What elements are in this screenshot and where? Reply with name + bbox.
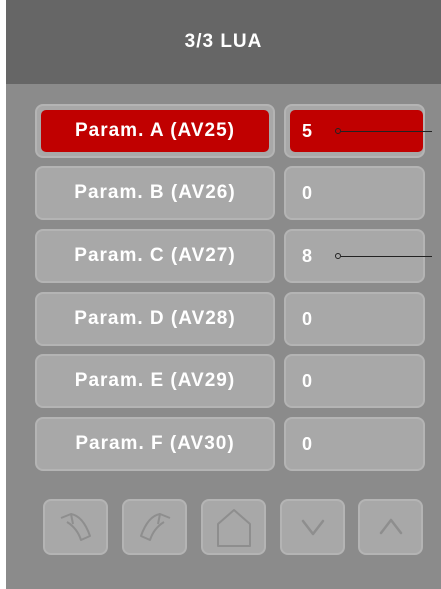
param-label: Param. F (AV30)	[41, 423, 269, 465]
page-title: 3/3 LUA	[6, 0, 441, 84]
param-c-label-button[interactable]: Param. C (AV27)	[35, 229, 275, 283]
param-row: Param. F (AV30) 0	[6, 417, 441, 471]
chevron-down-icon	[301, 519, 324, 536]
param-a-label-button[interactable]: Param. A (AV25)	[35, 104, 275, 158]
param-label: Param. D (AV28)	[41, 298, 269, 340]
param-value: 0	[302, 308, 313, 329]
param-label: Param. E (AV29)	[41, 360, 269, 402]
param-label: Param. B (AV26)	[41, 172, 269, 214]
param-d-label-button[interactable]: Param. D (AV28)	[35, 292, 275, 346]
param-e-label-button[interactable]: Param. E (AV29)	[35, 354, 275, 408]
redo-button[interactable]	[122, 499, 187, 555]
param-e-value-field[interactable]: 0	[284, 354, 425, 408]
param-f-label-button[interactable]: Param. F (AV30)	[35, 417, 275, 471]
param-value: 0	[302, 182, 313, 203]
param-value: 0	[302, 370, 313, 391]
chevron-up-icon	[379, 518, 402, 535]
param-f-value-field[interactable]: 0	[284, 417, 425, 471]
page-title-text: 3/3 LUA	[184, 31, 263, 52]
undo-icon	[60, 513, 91, 541]
scroll-up-button[interactable]	[358, 499, 423, 555]
redo-icon	[139, 513, 170, 541]
param-label: Param. C (AV27)	[41, 235, 269, 277]
param-row: Param. B (AV26) 0	[6, 166, 441, 220]
undo-button[interactable]	[43, 499, 108, 555]
lua-screen: 3/3 LUA Param. A (AV25) 5 Param. B (AV26…	[6, 0, 441, 589]
param-d-value-field[interactable]: 0	[284, 292, 425, 346]
home-icon	[216, 509, 251, 547]
param-value: 0	[302, 433, 313, 454]
param-b-value-field[interactable]: 0	[284, 166, 425, 220]
param-row: Param. D (AV28) 0	[6, 292, 441, 346]
callout-line	[341, 256, 432, 257]
home-button[interactable]	[201, 499, 266, 555]
callout-line	[341, 131, 432, 132]
scroll-down-button[interactable]	[280, 499, 345, 555]
param-row: Param. E (AV29) 0	[6, 354, 441, 408]
param-b-label-button[interactable]: Param. B (AV26)	[35, 166, 275, 220]
param-label: Param. A (AV25)	[41, 110, 269, 152]
